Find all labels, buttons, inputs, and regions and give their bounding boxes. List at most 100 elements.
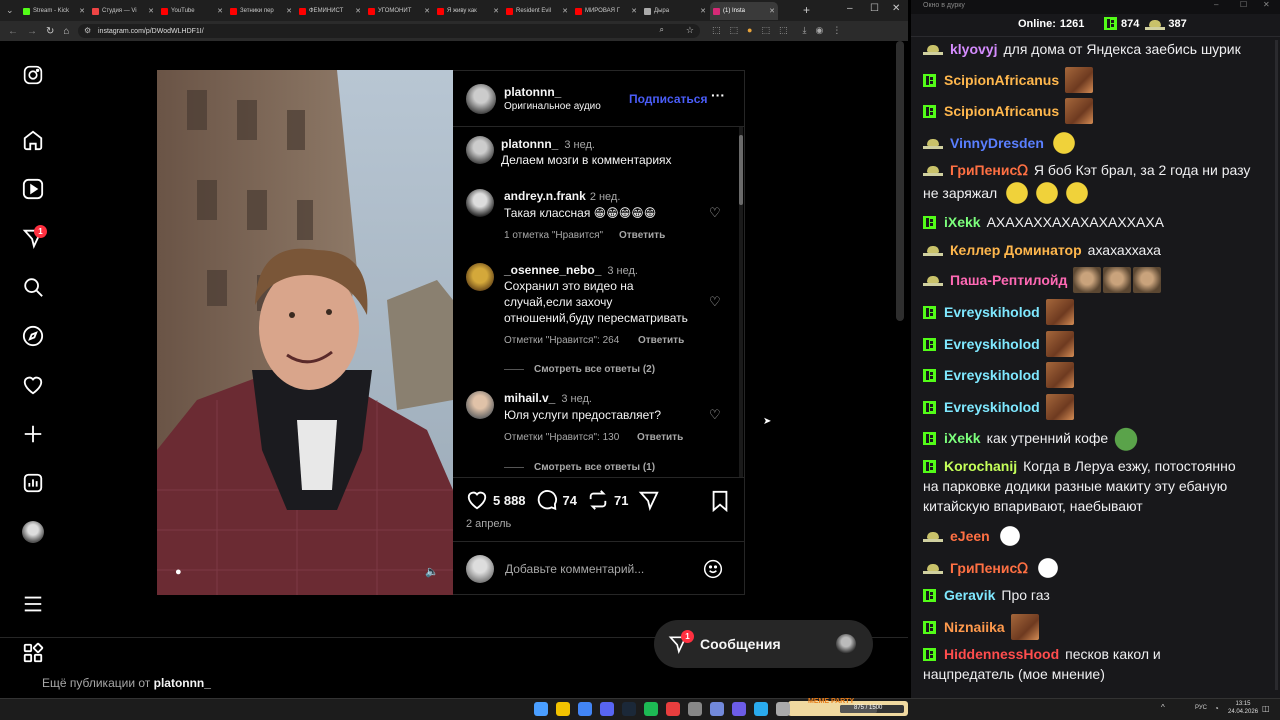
clock[interactable]: 13:15 24.04.2026 xyxy=(1228,700,1258,716)
mute-icon[interactable]: 🔈 xyxy=(425,565,439,578)
new-tab-button[interactable]: + xyxy=(803,3,810,17)
comment-likes[interactable]: 1 отметка "Нравится" xyxy=(504,230,603,241)
save-icon[interactable] xyxy=(710,490,730,512)
tab-close-icon[interactable]: ✕ xyxy=(562,7,568,15)
taskbar-app-icon[interactable] xyxy=(732,702,746,716)
tab-close-icon[interactable]: ✕ xyxy=(217,7,223,15)
messages-pill[interactable]: 1 Сообщения xyxy=(654,620,873,668)
chat-username[interactable]: Evreyskiholod xyxy=(944,302,1040,322)
notifications-icon[interactable]: ◫ xyxy=(1262,704,1270,713)
tab-close-icon[interactable]: ✕ xyxy=(286,7,292,15)
meme-party-widget[interactable]: MEME PARTY 875 / 1500 xyxy=(788,698,908,716)
chat-username[interactable]: iXekk xyxy=(944,212,981,232)
author-avatar[interactable] xyxy=(466,84,496,114)
minimize-button[interactable]: – xyxy=(847,3,853,14)
taskbar-telegram-icon[interactable] xyxy=(754,702,768,716)
tab-close-icon[interactable]: ✕ xyxy=(355,7,361,15)
chat-username[interactable]: Niznaiika xyxy=(944,617,1005,637)
chat-username[interactable]: Паша-Рептилойд xyxy=(950,270,1067,290)
browser-tab[interactable]: Stream - Kick ✕ xyxy=(20,2,88,20)
chat-username[interactable]: klyovyj xyxy=(950,39,997,59)
chat-username[interactable]: Geravik xyxy=(944,585,995,605)
chat-username[interactable]: Evreyskiholod xyxy=(944,334,1040,354)
like-count[interactable]: 5 888 xyxy=(493,493,526,508)
extension-icon[interactable]: ⬚ xyxy=(730,25,739,36)
caption-username[interactable]: platonnn_ xyxy=(501,137,558,151)
caption-avatar[interactable] xyxy=(466,136,494,164)
taskbar-spotify-icon[interactable] xyxy=(644,702,658,716)
url-field[interactable]: ⚙ instagram.com/p/DWodWLHDF1I/ ⌕ ☆ xyxy=(78,24,700,38)
view-replies-button[interactable]: Смотреть все ответы (2) xyxy=(534,364,655,375)
chat-username[interactable]: VinnyDresden xyxy=(950,133,1044,153)
browser-tab[interactable]: ФЕМИНИСТ ✕ xyxy=(296,2,364,20)
tab-close-icon[interactable]: ✕ xyxy=(148,7,154,15)
tab-close-icon[interactable]: ✕ xyxy=(493,7,499,15)
browser-tab[interactable]: Я живу как ✕ xyxy=(434,2,502,20)
taskbar-search-icon[interactable] xyxy=(556,702,570,716)
bookmark-star-icon[interactable]: ☆ xyxy=(686,25,694,36)
comment-username[interactable]: mihail.v_ xyxy=(504,391,555,405)
user-tag-icon[interactable]: ● xyxy=(175,566,182,578)
comment-avatar[interactable] xyxy=(466,189,494,217)
taskbar-chrome-icon[interactable] xyxy=(578,702,592,716)
chat-scrollbar[interactable] xyxy=(1275,40,1278,690)
comments-scrollbar[interactable] xyxy=(739,127,743,477)
share-icon[interactable] xyxy=(638,489,660,511)
comment-avatar[interactable] xyxy=(466,391,494,419)
home-icon[interactable] xyxy=(21,128,45,152)
chat-username[interactable]: ГриПенисᘯ xyxy=(950,558,1028,578)
comment-like-icon[interactable]: ♡ xyxy=(709,407,721,423)
taskbar-start-icon[interactable] xyxy=(534,702,548,716)
chat-username[interactable]: Korochanij xyxy=(944,456,1017,476)
extension-icon[interactable]: ⬚ xyxy=(761,25,770,36)
comment-likes[interactable]: Отметки "Нравится": 130 xyxy=(504,432,619,443)
comment-like-icon[interactable]: ♡ xyxy=(709,205,721,221)
chat-username[interactable]: ScipionAfricanus xyxy=(944,101,1059,121)
chat-username[interactable]: eJeen xyxy=(950,526,990,546)
chat-minimize-button[interactable]: – xyxy=(1214,0,1218,9)
language-indicator[interactable]: РУС xyxy=(1195,705,1207,711)
explore-icon[interactable] xyxy=(21,324,45,348)
more-options-icon[interactable]: ··· xyxy=(711,87,725,103)
chat-close-button[interactable]: ✕ xyxy=(1263,0,1270,9)
comment-like-icon[interactable]: ♡ xyxy=(709,294,721,310)
dashboard-icon[interactable] xyxy=(21,471,45,495)
taskbar-steam-icon[interactable] xyxy=(622,702,636,716)
reel-video[interactable]: ● 🔈 xyxy=(157,70,453,595)
network-icon[interactable]: ◔ xyxy=(1214,704,1219,713)
taskbar-app-icon[interactable] xyxy=(710,702,724,716)
comment-reply[interactable]: Ответить xyxy=(619,230,665,241)
chat-username[interactable]: Келлер Доминатор xyxy=(950,240,1082,260)
view-replies-button[interactable]: Смотреть все ответы (1) xyxy=(534,462,655,473)
zoom-icon[interactable]: ⌕ xyxy=(660,25,664,35)
comment-icon[interactable] xyxy=(536,489,558,511)
download-icon[interactable]: ⤓ xyxy=(803,25,807,36)
chat-maximize-button[interactable]: ☐ xyxy=(1240,0,1247,9)
chat-username[interactable]: Evreyskiholod xyxy=(944,365,1040,385)
chat-username[interactable]: HiddennessHood xyxy=(944,644,1059,664)
tab-close-icon[interactable]: ✕ xyxy=(631,7,637,15)
more-menu-icon[interactable] xyxy=(21,592,45,616)
browser-tab[interactable]: Дыра ✕ xyxy=(641,2,709,20)
emoji-icon[interactable] xyxy=(703,559,723,579)
extension-icon[interactable]: ● xyxy=(747,25,752,36)
taskbar-obs-icon[interactable] xyxy=(666,702,680,716)
comment-username[interactable]: andrey.n.frank xyxy=(504,189,586,203)
tab-search-icon[interactable]: ⌄ xyxy=(6,5,14,16)
comment-likes[interactable]: Отметки "Нравится": 264 xyxy=(504,335,619,346)
comment-input[interactable]: Добавьте комментарий... xyxy=(505,562,644,576)
chat-username[interactable]: iXekk xyxy=(944,428,981,448)
tab-close-icon[interactable]: ✕ xyxy=(424,7,430,15)
page-scrollbar[interactable] xyxy=(896,41,904,321)
maximize-button[interactable]: ☐ xyxy=(870,3,879,14)
tab-close-icon[interactable]: ✕ xyxy=(700,7,706,15)
comment-count[interactable]: 74 xyxy=(563,493,577,508)
search-icon[interactable] xyxy=(21,275,45,299)
tab-close-icon[interactable]: ✕ xyxy=(769,7,775,15)
browser-tab[interactable]: (1) Insta ✕ xyxy=(710,2,778,20)
comment-avatar[interactable] xyxy=(466,263,494,291)
reels-icon[interactable] xyxy=(21,177,45,201)
instagram-logo-icon[interactable] xyxy=(21,63,45,87)
taskbar-app-icon[interactable] xyxy=(776,702,790,716)
apps-icon[interactable] xyxy=(21,641,45,665)
